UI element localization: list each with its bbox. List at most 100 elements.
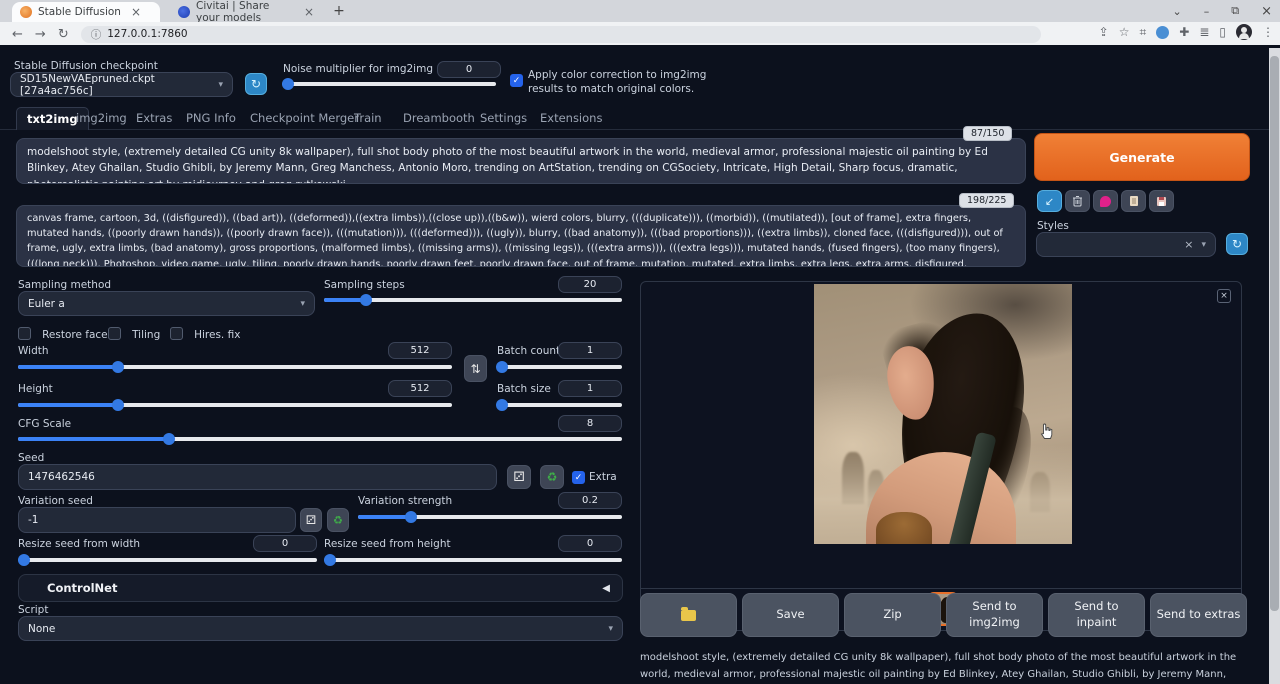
tab-png-info[interactable]: PNG Info — [176, 107, 246, 130]
color-correction-label: Apply color correction to img2img result… — [528, 68, 738, 96]
resize-seed-width-value[interactable]: 0 — [253, 535, 317, 552]
generate-button[interactable]: Generate — [1034, 133, 1250, 181]
address-bar[interactable]: ⓘ 127.0.0.1:7860 — [81, 26, 1041, 43]
side-panel-icon[interactable]: ▯ — [1219, 25, 1226, 39]
random-variation-seed-button[interactable]: ⚂ — [300, 508, 322, 532]
batch-size-value[interactable]: 1 — [558, 380, 622, 397]
styles-dropdown[interactable]: × ▾ — [1036, 232, 1216, 257]
forward-icon[interactable]: → — [35, 27, 46, 42]
cfg-scale-value[interactable]: 8 — [558, 415, 622, 432]
height-value[interactable]: 512 — [388, 380, 452, 397]
extension-grid-icon[interactable]: ⌗ — [1140, 25, 1147, 40]
tiling-checkbox[interactable] — [108, 327, 121, 340]
scrollbar-thumb[interactable] — [1270, 56, 1279, 611]
extension-blue-icon[interactable] — [1156, 26, 1169, 39]
send-to-extras-button[interactable]: Send to extras — [1150, 593, 1247, 637]
batch-count-slider[interactable] — [497, 365, 622, 369]
browser-toolbar: ← → ↻ ⓘ 127.0.0.1:7860 — [0, 22, 1280, 46]
tab-extras[interactable]: Extras — [126, 107, 182, 130]
random-seed-button[interactable]: ⚂ — [507, 465, 531, 489]
swap-icon: ⇅ — [470, 362, 480, 376]
seed-value: 1476462546 — [28, 471, 95, 483]
variation-seed-label: Variation seed — [18, 495, 93, 507]
tab-extensions[interactable]: Extensions — [530, 107, 612, 130]
seed-input[interactable]: 1476462546 — [18, 464, 497, 490]
close-window-icon[interactable]: × — [1261, 4, 1272, 19]
send-to-img2img-button[interactable]: Send to img2img — [946, 593, 1043, 637]
height-slider[interactable] — [18, 403, 452, 407]
noise-multiplier-value[interactable]: 0 — [437, 61, 501, 78]
reading-list-icon[interactable]: ≣ — [1199, 25, 1209, 39]
bookmark-star-icon[interactable]: ☆ — [1119, 25, 1130, 39]
hires-fix-option[interactable]: Hires. fix — [170, 323, 240, 342]
browser-tab-civitai[interactable]: Civitai | Share your models × — [170, 2, 322, 22]
restore-faces-option[interactable]: Restore faces — [18, 323, 113, 342]
resize-seed-height-slider[interactable] — [324, 558, 622, 562]
refresh-checkpoints-button[interactable]: ↻ — [245, 73, 267, 95]
swap-dimensions-button[interactable]: ⇅ — [464, 355, 487, 382]
prompt-token-counter: 87/150 — [963, 126, 1012, 141]
width-value[interactable]: 512 — [388, 342, 452, 359]
profile-avatar[interactable] — [1236, 24, 1252, 40]
reuse-seed-button[interactable]: ♻ — [540, 465, 564, 489]
batch-count-value[interactable]: 1 — [558, 342, 622, 359]
clear-styles-icon[interactable]: × — [1184, 238, 1193, 251]
site-info-icon[interactable]: ⓘ — [91, 27, 102, 42]
tab-close-icon[interactable]: × — [304, 5, 314, 19]
open-folder-button[interactable] — [640, 593, 737, 637]
variation-seed-input[interactable]: -1 — [18, 507, 296, 533]
sampling-method-dropdown[interactable]: Euler a ▾ — [18, 291, 315, 316]
close-gallery-icon[interactable]: × — [1217, 289, 1231, 303]
send-img2img-label: Send to img2img — [963, 599, 1027, 630]
sampling-steps-value[interactable]: 20 — [558, 276, 622, 293]
resize-seed-width-slider[interactable] — [18, 558, 317, 562]
script-dropdown[interactable]: None ▾ — [18, 616, 623, 641]
save-button[interactable]: Save — [742, 593, 839, 637]
tab-close-icon[interactable]: × — [131, 5, 141, 19]
clear-prompt-button[interactable] — [1065, 190, 1090, 212]
send-to-inpaint-button[interactable]: Send to inpaint — [1048, 593, 1145, 637]
share-icon[interactable]: ⇪ — [1099, 25, 1109, 39]
hires-fix-label: Hires. fix — [194, 329, 240, 341]
page-scrollbar[interactable] — [1269, 48, 1280, 684]
sampling-steps-slider[interactable] — [324, 298, 622, 302]
variation-strength-slider[interactable] — [358, 515, 622, 519]
color-correction-checkbox[interactable]: ✓ — [510, 74, 523, 87]
restore-faces-checkbox[interactable] — [18, 327, 31, 340]
extra-networks-button[interactable] — [1093, 190, 1118, 212]
reload-icon[interactable]: ↻ — [58, 27, 69, 42]
resize-seed-height-value[interactable]: 0 — [558, 535, 622, 552]
zip-button[interactable]: Zip — [844, 593, 941, 637]
generated-image[interactable] — [814, 284, 1072, 544]
cfg-scale-slider[interactable] — [18, 437, 622, 441]
tab-settings[interactable]: Settings — [470, 107, 537, 130]
noise-multiplier-slider[interactable] — [282, 82, 496, 86]
negative-prompt-input[interactable]: canvas frame, cartoon, 3d, ((disfigured)… — [16, 205, 1026, 267]
back-icon[interactable]: ← — [12, 27, 23, 42]
reuse-variation-seed-button[interactable]: ♻ — [327, 508, 349, 532]
width-slider[interactable] — [18, 365, 452, 369]
tab-train[interactable]: Train — [344, 107, 392, 130]
save-style-button[interactable] — [1149, 190, 1174, 212]
paste-params-button[interactable]: ↙ — [1037, 190, 1062, 212]
dice-icon: ⚂ — [306, 513, 316, 527]
controlnet-accordion[interactable]: ControlNet ◀ — [18, 574, 623, 602]
variation-strength-value[interactable]: 0.2 — [558, 492, 622, 509]
extensions-puzzle-icon[interactable]: ✚ — [1179, 25, 1189, 39]
extra-seed-checkbox[interactable]: ✓ — [572, 471, 585, 484]
browser-menu-icon[interactable]: ⋮ — [1262, 25, 1274, 39]
new-tab-button[interactable]: + — [330, 3, 348, 21]
batch-size-slider[interactable] — [497, 403, 622, 407]
resize-seed-height-label: Resize seed from height — [324, 538, 451, 550]
checkpoint-dropdown[interactable]: SD15NewVAEpruned.ckpt [27a4ac756c] ▾ — [10, 72, 233, 97]
prompt-input[interactable]: modelshoot style, (extremely detailed CG… — [16, 138, 1026, 184]
hires-fix-checkbox[interactable] — [170, 327, 183, 340]
browser-tab-stable-diffusion[interactable]: Stable Diffusion × — [12, 2, 160, 22]
minimize-icon[interactable]: – — [1204, 5, 1210, 18]
window-menu-icon[interactable]: ⌄ — [1173, 5, 1182, 18]
refresh-styles-button[interactable]: ↻ — [1226, 233, 1248, 255]
maximize-icon[interactable]: ⧉ — [1231, 4, 1239, 18]
apply-styles-button[interactable] — [1121, 190, 1146, 212]
tiling-option[interactable]: Tiling — [108, 323, 160, 342]
resize-seed-width-label: Resize seed from width — [18, 538, 140, 550]
